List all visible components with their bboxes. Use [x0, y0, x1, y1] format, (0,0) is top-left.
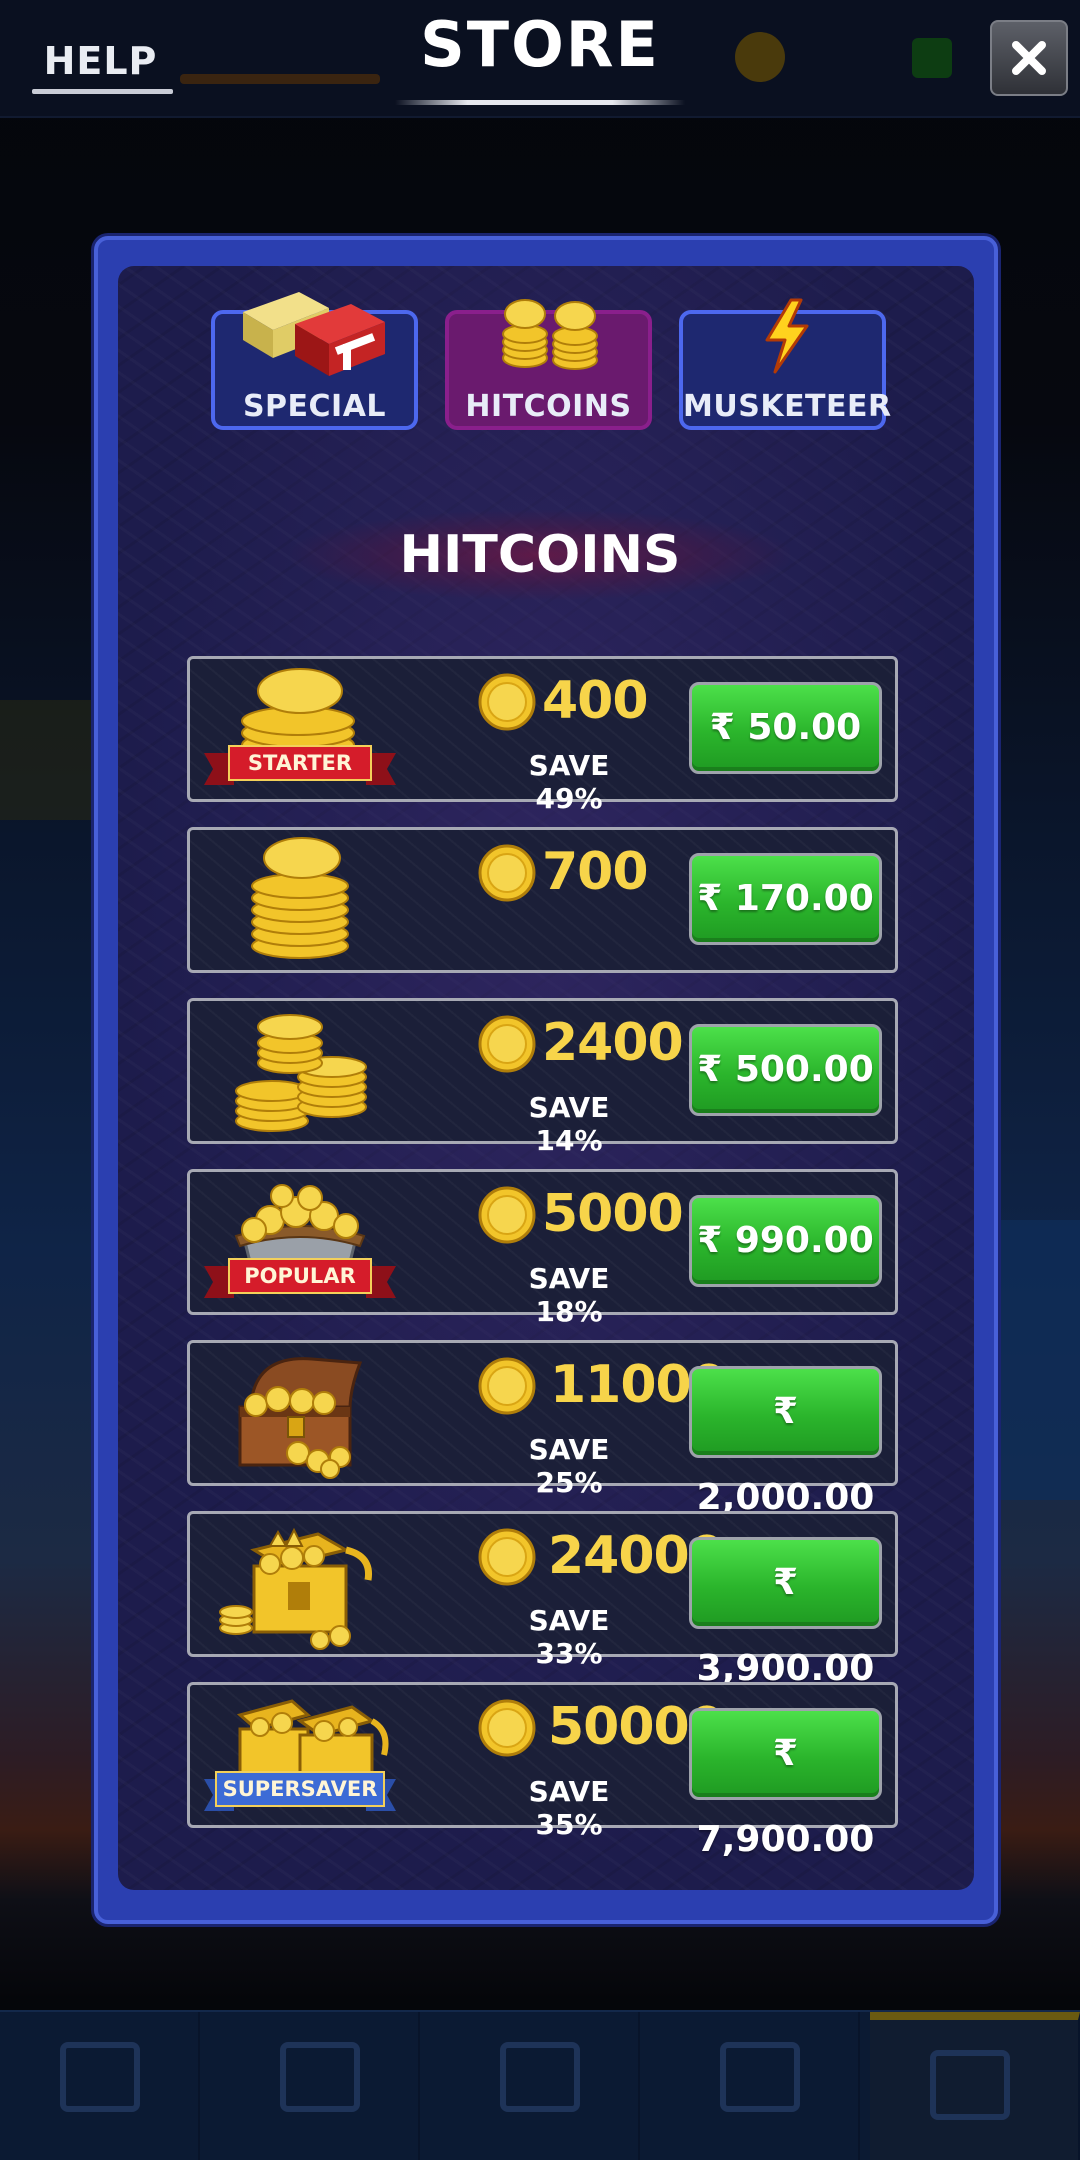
offer-savings: SAVE 35% — [528, 1775, 610, 1841]
offer-amount: 400 — [542, 671, 649, 731]
menu-icon — [60, 2042, 140, 2112]
close-button[interactable] — [990, 20, 1068, 96]
gold-chest-icon — [219, 1527, 373, 1650]
close-icon — [1012, 41, 1046, 75]
hitcoin-icon — [478, 1699, 536, 1757]
offer-badge: POPULAR — [200, 1258, 400, 1298]
hitcoin-icon — [478, 1357, 536, 1415]
buy-button[interactable]: ₹ 7,900.00 — [689, 1708, 882, 1860]
offer-savings: SAVE 49% — [528, 749, 610, 815]
cart-icon — [930, 2050, 1010, 2120]
buy-button[interactable]: ₹ 170.00 — [689, 853, 882, 945]
hitcoin-icon — [478, 1015, 536, 1073]
offer-badge-label: SUPERSAVER — [215, 1771, 385, 1807]
buy-button[interactable]: ₹ 50.00 — [689, 682, 882, 774]
offer-badge: SUPERSAVER — [200, 1771, 400, 1811]
trophy-icon — [720, 2042, 800, 2112]
offer-savings: SAVE 33% — [528, 1604, 610, 1670]
coin-stack-icon — [251, 837, 349, 959]
background-side-panel — [0, 700, 98, 820]
tab-hitcoins[interactable]: HITCOINS — [445, 299, 652, 430]
tab-special[interactable]: SPECIAL — [211, 292, 418, 430]
offer-row[interactable]: 2400 SAVE 14% ₹ 500.00 — [187, 998, 898, 1157]
offer-badge-label: STARTER — [228, 745, 372, 781]
tab-hitcoins-label: HITCOINS — [465, 389, 632, 424]
offer-amount: 2400 — [542, 1013, 684, 1073]
hitcoin-icon — [478, 1186, 536, 1244]
buy-button[interactable]: ₹ 500.00 — [689, 1024, 882, 1116]
page-title: STORE — [420, 8, 660, 81]
offer-row[interactable]: POPULAR 5000 SAVE 18% ₹ 990.00 — [187, 1169, 898, 1328]
offer-amount: 700 — [542, 842, 649, 902]
background-nav-cell — [440, 2012, 640, 2160]
offer-savings: SAVE 14% — [528, 1091, 610, 1157]
background-nav-cell — [660, 2012, 860, 2160]
chest-icon — [243, 292, 385, 376]
buy-button[interactable]: ₹ 3,900.00 — [689, 1537, 882, 1689]
hitcoin-icon — [478, 673, 536, 731]
offer-row[interactable]: 24000 SAVE 33% ₹ 3,900.00 — [187, 1511, 898, 1689]
lightning-icon — [765, 298, 809, 374]
offer-amount: 5000 — [542, 1184, 684, 1244]
treasure-chest-icon — [238, 1357, 363, 1479]
help-button[interactable]: HELP — [28, 30, 173, 94]
background-nav-cell — [870, 2012, 1080, 2160]
tab-musketeer[interactable]: MUSKETEER — [679, 298, 892, 430]
background-side-panel — [1000, 1220, 1080, 1500]
shirt-icon — [280, 2042, 360, 2112]
background-nav-cell — [0, 2012, 200, 2160]
background-add-button — [912, 38, 952, 78]
background-coin-icon — [735, 32, 785, 82]
home-icon — [500, 2042, 580, 2112]
coins-icon — [502, 299, 598, 370]
offer-badge: STARTER — [200, 745, 400, 785]
offer-savings: SAVE 25% — [528, 1433, 610, 1499]
offer-badge-label: POPULAR — [228, 1258, 372, 1294]
coin-piles-icon — [235, 1014, 367, 1132]
offer-savings: SAVE 18% — [528, 1262, 610, 1328]
hitcoin-icon — [478, 844, 536, 902]
background-bottom-nav — [0, 2010, 1080, 2160]
section-title: HITCOINS — [290, 510, 790, 600]
offer-row[interactable]: STARTER 400 SAVE 49% ₹ 50.00 — [187, 656, 898, 815]
buy-button[interactable]: ₹ 2,000.00 — [689, 1366, 882, 1518]
buy-button[interactable]: ₹ 990.00 — [689, 1195, 882, 1287]
offer-row[interactable]: 700 ₹ 170.00 — [187, 827, 898, 973]
tab-special-label: SPECIAL — [242, 389, 387, 424]
hitcoin-icon — [478, 1528, 536, 1586]
offer-row[interactable]: 11000 SAVE 25% ₹ 2,000.00 — [187, 1340, 898, 1518]
tab-musketeer-label: MUSKETEER — [683, 389, 892, 424]
background-nav-cell — [220, 2012, 420, 2160]
title-underline — [395, 100, 685, 105]
offer-row[interactable]: SUPERSAVER 50000 SAVE 35% ₹ 7,900.00 — [187, 1682, 898, 1860]
